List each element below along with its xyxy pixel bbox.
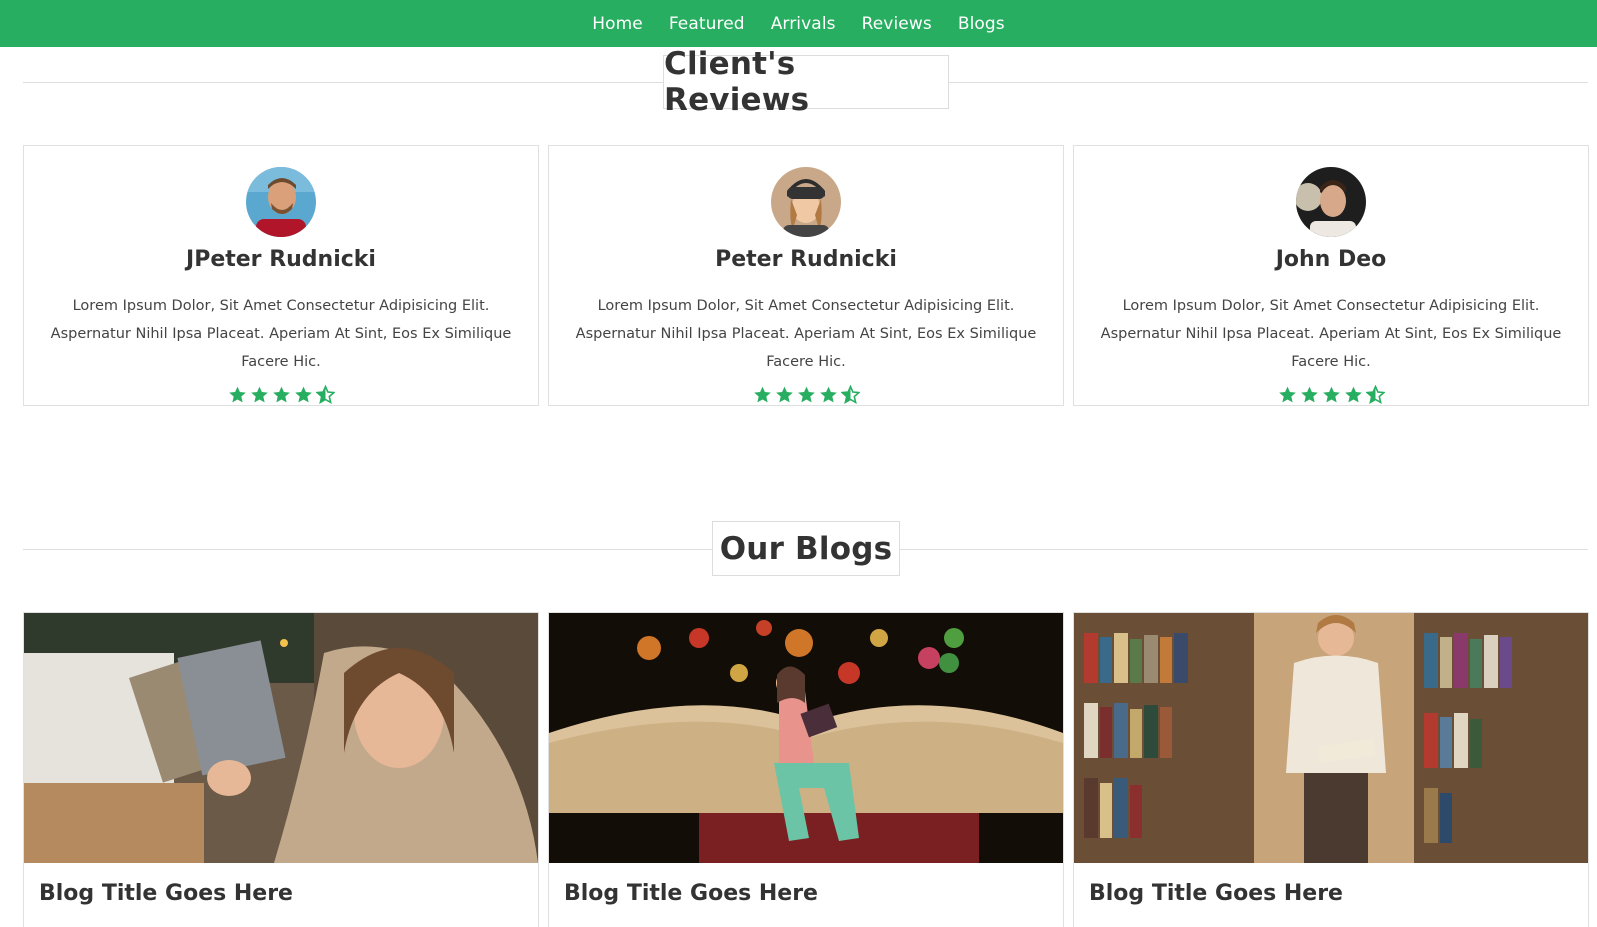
half-star-icon [1365, 385, 1385, 404]
star-icon [1344, 386, 1362, 403]
reading-figure-on-book-image [549, 613, 1063, 863]
top-navigation: Home Featured Arrivals Reviews Blogs [0, 0, 1597, 47]
blog-title[interactable]: Blog Title Goes Here [564, 881, 818, 906]
half-star-icon [840, 385, 860, 404]
star-icon [753, 386, 771, 403]
blog-card[interactable]: Blog Title Goes Here [1073, 612, 1589, 927]
man-avatar [1296, 167, 1366, 237]
blog-title[interactable]: Blog Title Goes Here [39, 881, 293, 906]
nav-home-link[interactable]: Home [592, 14, 643, 34]
nav-arrivals-link[interactable]: Arrivals [771, 14, 836, 34]
star-icon [797, 386, 815, 403]
star-icon [294, 386, 312, 403]
star-icon [1278, 386, 1296, 403]
woman-holding-books-image [24, 613, 538, 863]
half-star-icon [315, 385, 335, 404]
blog-title[interactable]: Blog Title Goes Here [1089, 881, 1343, 906]
nav-blogs-link[interactable]: Blogs [958, 14, 1005, 34]
star-icon [1322, 386, 1340, 403]
review-text: Lorem Ipsum Dolor, Sit Amet Consectetur … [575, 298, 1037, 370]
star-rating [1074, 385, 1588, 404]
blog-card[interactable]: Blog Title Goes Here [23, 612, 539, 927]
blogs-section-title: Our Blogs [712, 521, 900, 576]
woman-avatar [771, 167, 841, 237]
star-rating [24, 385, 538, 404]
star-rating [549, 385, 1063, 404]
nav-featured-link[interactable]: Featured [669, 14, 745, 34]
review-card: JPeter Rudnicki Lorem Ipsum Dolor, Sit A… [23, 145, 539, 406]
star-icon [775, 386, 793, 403]
blog-card[interactable]: Blog Title Goes Here [548, 612, 1064, 927]
review-text: Lorem Ipsum Dolor, Sit Amet Consectetur … [50, 298, 512, 370]
star-icon [250, 386, 268, 403]
star-icon [272, 386, 290, 403]
reviewer-name: John Deo [1275, 247, 1387, 272]
star-icon [228, 386, 246, 403]
review-card: John Deo Lorem Ipsum Dolor, Sit Amet Con… [1073, 145, 1589, 406]
reviews-section-title: Client's Reviews [663, 46, 949, 118]
star-icon [1300, 386, 1318, 403]
review-text: Lorem Ipsum Dolor, Sit Amet Consectetur … [1100, 298, 1562, 370]
library-shelves-image [1074, 613, 1588, 863]
review-card: Peter Rudnicki Lorem Ipsum Dolor, Sit Am… [548, 145, 1064, 406]
star-icon [819, 386, 837, 403]
reviewer-name: Peter Rudnicki [715, 247, 897, 272]
man-avatar [246, 167, 316, 237]
reviewer-name: JPeter Rudnicki [186, 247, 376, 272]
nav-reviews-link[interactable]: Reviews [862, 14, 932, 34]
